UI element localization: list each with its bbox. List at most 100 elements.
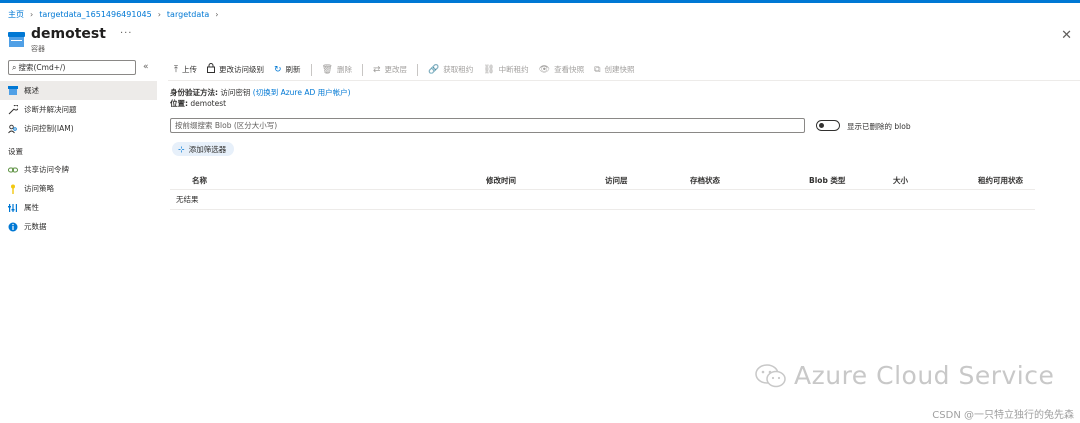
chevron-right-icon: › [157, 10, 161, 19]
table-header: 名称 修改时间 访问层 存档状态 Blob 类型 大小 租约可用状态 [170, 170, 1035, 190]
breadcrumb-storage-account[interactable]: targetdata_1651496491045 [39, 10, 152, 19]
people-icon [8, 124, 18, 134]
blob-prefix-search-input[interactable]: 按前缀搜索 Blob (区分大小写) [170, 118, 805, 133]
breadcrumb-container[interactable]: targetdata [167, 10, 209, 19]
column-header-lease-state[interactable]: 租约可用状态 [978, 175, 1023, 186]
watermark-text: Azure Cloud Service [794, 361, 1055, 390]
sidebar-item-properties[interactable]: 属性 [0, 198, 160, 217]
auth-method-label: 身份验证方法: [170, 88, 218, 97]
info-icon [8, 222, 18, 232]
delete-button[interactable]: 🗑 删除 [322, 64, 352, 75]
sidebar-section-settings: 设置 [8, 147, 23, 156]
sidebar-item-label: 概述 [24, 86, 39, 95]
sidebar-item-label: 属性 [24, 203, 39, 212]
eye-icon: 👁 [538, 64, 551, 75]
sidebar-search-input[interactable]: ⌕ 搜索(Cmd+/) [8, 60, 136, 75]
add-filter-label: 添加筛选器 [188, 144, 227, 154]
create-snapshot-button[interactable]: ⧉ 创建快照 [594, 64, 634, 75]
upload-label: 上传 [181, 65, 197, 74]
change-tier-label: 更改层 [384, 65, 408, 74]
sidebar-item-sas[interactable]: 共享访问令牌 [0, 160, 160, 179]
sidebar-item-access-policy[interactable]: 访问策略 [0, 179, 160, 198]
sidebar-item-metadata[interactable]: 元数据 [0, 217, 160, 236]
view-snapshots-label: 查看快照 [554, 65, 585, 74]
breadcrumb: 主页 › targetdata_1651496491045 › targetda… [8, 9, 218, 20]
watermark: Azure Cloud Service [754, 361, 1054, 390]
column-header-access-tier[interactable]: 访问层 [605, 175, 628, 186]
refresh-icon: ↻ [273, 64, 282, 75]
add-filter-button[interactable]: ⊹ 添加筛选器 [172, 142, 235, 156]
column-header-size[interactable]: 大小 [893, 175, 908, 186]
container-info: 身份验证方法: 访问密钥 (切换到 Azure AD 用户帐户) 位置: dem… [170, 87, 351, 109]
sidebar-item-diagnose[interactable]: 诊断并解决问题 [0, 100, 160, 119]
csdn-credit: CSDN @一只特立独行的兔先森 [932, 410, 1074, 421]
container-icon [8, 86, 18, 96]
blob-search-placeholder: 按前缀搜索 Blob (区分大小写) [175, 121, 278, 130]
break-lease-button[interactable]: ⛓ 中断租约 [483, 64, 528, 75]
sidebar-item-label: 共享访问令牌 [24, 165, 69, 174]
change-tier-button[interactable]: ⇄ 更改层 [373, 64, 407, 75]
sidebar-item-label: 访问策略 [24, 184, 54, 193]
link-icon [8, 165, 18, 175]
sidebar-item-label: 诊断并解决问题 [24, 105, 77, 114]
column-header-archive-status[interactable]: 存档状态 [690, 175, 720, 186]
chevron-right-icon: › [215, 10, 219, 19]
trash-icon: 🗑 [321, 64, 333, 75]
swap-icon: ⇄ [372, 64, 381, 75]
link-icon: 🔗 [428, 64, 440, 75]
create-snapshot-label: 创建快照 [604, 65, 635, 74]
search-icon: ⌕ [12, 62, 17, 72]
switch-to-azure-ad-link[interactable]: (切换到 Azure AD 用户帐户) [253, 88, 351, 97]
sidebar: ⌕ 搜索(Cmd+/) « 概述 诊断并解决问题 访问控制(IAM) 设置 共享… [0, 60, 160, 423]
refresh-label: 刷新 [285, 65, 301, 74]
sidebar-item-overview[interactable]: 概述 [0, 81, 157, 100]
collapse-sidebar-button[interactable]: « [143, 62, 149, 72]
snapshot-icon: ⧉ [594, 64, 601, 75]
command-bar: ⤒ 上传 更改访问级别 ↻ 刷新 🗑 删除 ⇄ 更改层 🔗 获取租约 ⛓ 中断租… [174, 63, 645, 76]
change-access-level-button[interactable]: 更改访问级别 [206, 63, 264, 76]
auth-method-value: 访问密钥 [220, 88, 251, 97]
break-lease-label: 中断租约 [498, 65, 529, 74]
page-subtitle: 容器 [31, 45, 45, 53]
change-access-label: 更改访问级别 [218, 65, 264, 74]
page-header: demotest 容器 ··· [8, 26, 132, 54]
page-title: demotest [31, 26, 106, 42]
toolbar-divider-line [168, 80, 1080, 81]
delete-label: 删除 [336, 65, 352, 74]
sidebar-item-label: 访问控制(IAM) [24, 124, 74, 133]
toolbar-divider [361, 63, 363, 76]
container-icon [8, 32, 25, 47]
filter-icon: ⊹ [178, 144, 185, 154]
table-empty-row: 无结果 [170, 190, 1035, 210]
view-snapshots-button[interactable]: 👁 查看快照 [539, 64, 584, 75]
toggle-knob [819, 123, 824, 128]
chevron-right-icon: › [30, 10, 34, 19]
location-label: 位置: [170, 99, 188, 108]
acquire-lease-label: 获取租约 [443, 65, 474, 74]
column-header-name[interactable]: 名称 [192, 175, 207, 186]
properties-icon [8, 203, 18, 213]
lock-icon [206, 63, 215, 76]
column-header-modified[interactable]: 修改时间 [486, 175, 516, 186]
upload-button[interactable]: ⤒ 上传 [174, 64, 197, 75]
blob-table: 名称 修改时间 访问层 存档状态 Blob 类型 大小 租约可用状态 无结果 [170, 170, 1035, 210]
sidebar-search-placeholder: 搜索(Cmd+/) [18, 63, 66, 72]
refresh-button[interactable]: ↻ 刷新 [274, 64, 301, 75]
breadcrumb-home[interactable]: 主页 [8, 9, 24, 20]
upload-icon: ⤒ [174, 64, 178, 75]
close-icon[interactable]: ✕ [1061, 28, 1072, 43]
top-accent-bar [0, 0, 1080, 3]
sidebar-item-iam[interactable]: 访问控制(IAM) [0, 119, 160, 138]
location-value: demotest [190, 99, 227, 108]
wechat-icon [755, 363, 786, 387]
more-options-button[interactable]: ··· [120, 28, 133, 39]
toolbar-divider [310, 63, 312, 76]
no-results-text: 无结果 [176, 195, 199, 204]
broken-link-icon: ⛓ [483, 64, 495, 75]
acquire-lease-button[interactable]: 🔗 获取租约 [428, 64, 473, 75]
key-icon [8, 184, 18, 194]
show-deleted-blobs-toggle[interactable] [816, 120, 840, 131]
toolbar-divider [417, 63, 419, 76]
wrench-icon [8, 104, 18, 115]
column-header-blob-type[interactable]: Blob 类型 [809, 175, 845, 186]
